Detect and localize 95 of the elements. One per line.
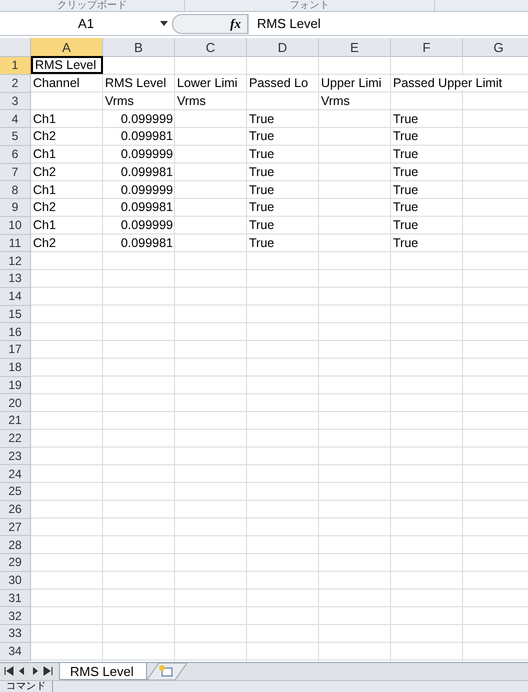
new-sheet-icon[interactable] [146,663,187,680]
previous-sheet-icon[interactable] [17,666,27,676]
cell-text: Ch1 [33,112,56,126]
row-header[interactable]: 22 [0,430,31,448]
cell-text: Ch1 [33,147,56,162]
cell-text: 0.099999 [120,182,173,197]
cell-text: Channel [33,76,80,90]
row-header[interactable]: 1 [0,57,31,75]
row-header[interactable]: 3 [0,92,31,110]
cell-text: Vrms [105,94,134,108]
column-header[interactable]: C [175,38,247,57]
row-header[interactable]: 12 [0,252,31,270]
first-sheet-icon[interactable] [4,666,14,676]
column-header[interactable]: G [463,38,528,57]
cell-text: True [249,164,274,179]
cell-text: True [393,129,418,144]
row-header[interactable]: 30 [0,572,31,590]
formula-input[interactable]: RMS Level [248,14,528,34]
row-header[interactable]: 14 [0,288,31,306]
cell-text: Passed Upper Limit [393,76,502,90]
row-header[interactable]: 13 [0,270,31,288]
row-header[interactable]: 34 [0,642,31,660]
name-box[interactable]: A1 [0,14,172,34]
cell-text: True [249,147,274,162]
cell-text: True [249,218,274,232]
ribbon-group-label: フォント [290,0,330,11]
row-header[interactable]: 31 [0,590,31,608]
cell-text: True [393,200,418,214]
cell-text: Ch2 [33,164,56,179]
row-header[interactable]: 6 [0,146,31,164]
row-header[interactable]: 9 [0,199,31,217]
row-header[interactable]: 23 [0,448,31,466]
cell-text: True [393,112,418,126]
cell-text: Vrms [177,94,206,108]
cell-text: True [393,236,418,250]
dropdown-caret-icon[interactable] [160,20,168,26]
column-header[interactable]: A [31,38,103,57]
sheet-tab[interactable]: RMS Level [59,663,147,680]
row-header[interactable]: 21 [0,412,31,430]
row-header[interactable]: 26 [0,500,31,518]
column-header[interactable]: F [391,38,463,57]
cell-text: Passed Lo [249,76,308,90]
last-sheet-icon[interactable] [43,666,53,676]
row-header[interactable]: 24 [0,465,31,483]
cell-text: Ch2 [33,129,56,144]
row-header[interactable]: 8 [0,181,31,199]
cell-text: True [393,182,418,197]
column-header[interactable]: E [319,38,391,57]
row-header[interactable]: 16 [0,323,31,341]
cell-text: Upper Limi [321,76,382,90]
cell-text: 0.099999 [120,112,173,126]
column-header[interactable]: B [103,38,175,57]
row-header[interactable]: 17 [0,341,31,359]
insert-function-button[interactable]: fx [230,16,241,32]
cell-text: 0.099999 [120,147,173,162]
cell-text: Vrms [321,94,350,108]
cell-text: True [249,200,274,214]
row-header[interactable]: 11 [0,234,31,252]
cell-text: True [393,218,418,232]
row-header[interactable]: 32 [0,607,31,625]
cell-text: True [249,182,274,197]
row-header[interactable]: 18 [0,358,31,376]
cell-text: 0.099981 [120,236,173,250]
row-header[interactable]: 28 [0,536,31,554]
cell-text: RMS Level [105,76,166,90]
cell-text: Lower Limi [177,76,238,90]
cell-text: Ch2 [33,200,56,214]
cell-text: 0.099981 [120,129,173,144]
cell-text: True [249,112,274,126]
row-header[interactable]: 33 [0,625,31,643]
cell-text: True [393,147,418,162]
row-header[interactable]: 10 [0,216,31,234]
row-header[interactable]: 29 [0,554,31,572]
cell-text: True [249,129,274,144]
row-header[interactable]: 20 [0,394,31,412]
cell-text: True [249,236,274,250]
cell-text: True [393,164,418,179]
row-header[interactable]: 19 [0,376,31,394]
row-header[interactable]: 25 [0,483,31,501]
next-sheet-icon[interactable] [30,666,40,676]
cell-text: 0.099999 [120,218,173,232]
cell-text: Ch1 [33,218,56,232]
cell-text: Ch2 [33,236,56,250]
cell-text: Ch1 [33,182,56,197]
cell-text: 0.099981 [120,164,173,179]
row-header[interactable]: 15 [0,306,31,324]
cell-text: 0.099981 [120,200,173,214]
column-header[interactable]: D [247,38,319,57]
status-text: コマンド [0,681,53,692]
row-header[interactable]: 4 [0,110,31,128]
row-header[interactable]: 2 [0,74,31,92]
row-header[interactable]: 27 [0,518,31,536]
row-header[interactable]: 7 [0,164,31,182]
row-header[interactable]: 5 [0,128,31,146]
active-cell[interactable]: RMS Level [31,56,103,74]
